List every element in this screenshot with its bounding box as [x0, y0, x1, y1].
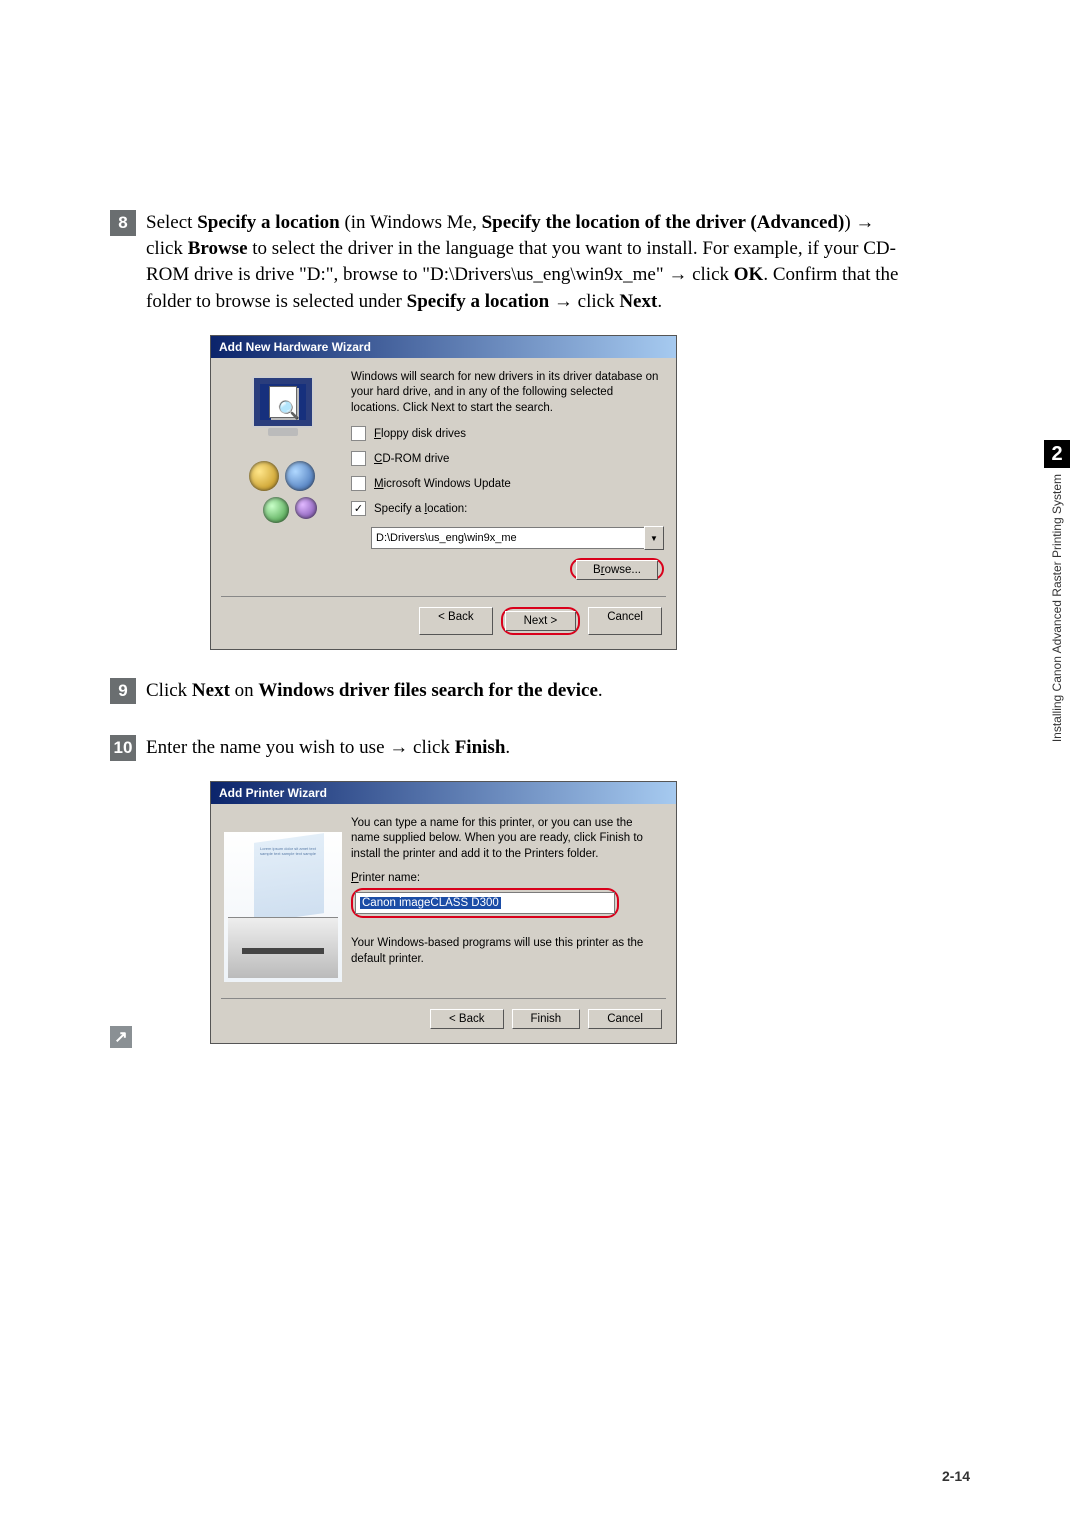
t: Click — [146, 680, 192, 701]
t: click — [687, 264, 733, 285]
chapter-number: 2 — [1044, 440, 1070, 468]
t: Specify a location — [197, 212, 340, 233]
lbl: Specify a — [374, 503, 425, 515]
return-icon[interactable]: ↗ — [110, 1026, 132, 1048]
t: Windows driver files search for the devi… — [258, 680, 598, 701]
step-9: 9 Click Next on Windows driver files sea… — [110, 678, 970, 704]
lbl: ocation: — [427, 503, 467, 515]
checkbox-specify-location[interactable]: ✓ Specify a location: — [351, 501, 664, 516]
step-9-text: Click Next on Windows driver files searc… — [146, 678, 603, 704]
monitor-icon: 🔍 — [252, 376, 314, 428]
location-value: D:\Drivers\us_eng\win9x_me — [376, 532, 517, 544]
t: . — [505, 737, 510, 758]
t: Select — [146, 212, 197, 233]
t: Enter the name you wish to use — [146, 737, 389, 758]
arrow-icon: → — [855, 212, 874, 233]
checkbox-icon-checked: ✓ — [351, 501, 366, 516]
t: ) — [844, 212, 855, 233]
step-number-10: 10 — [110, 735, 136, 761]
t: Finish — [455, 737, 506, 758]
chapter-tab: 2 Installing Canon Advanced Raster Print… — [1044, 440, 1070, 742]
t: (in Windows Me, — [340, 212, 482, 233]
path-text: D:\Drivers\us_eng\win9x_me — [430, 264, 656, 285]
browse-button[interactable]: Browse... — [576, 560, 658, 580]
cancel-button[interactable]: Cancel — [588, 1009, 662, 1029]
step-number-9: 9 — [110, 678, 136, 704]
gear-icon — [295, 497, 317, 519]
checkbox-icon — [351, 451, 366, 466]
dialog2-illustration: Lorem ipsum dolor sit amet text sample t… — [223, 816, 343, 982]
dialog1-illustration: 🔍 — [223, 370, 343, 581]
t: on — [230, 680, 259, 701]
printer-wizard-dialog: Add Printer Wizard Lorem ipsum dolor sit… — [210, 781, 677, 1044]
lbl: icrosoft Windows Update — [384, 478, 511, 490]
t: OK — [734, 264, 764, 285]
t: . — [657, 291, 662, 312]
highlight-circle: Next > — [501, 607, 581, 635]
t: Specify a location — [407, 291, 550, 312]
dialog1-titlebar: Add New Hardware Wizard — [211, 336, 676, 358]
dialog2-titlebar: Add Printer Wizard — [211, 782, 676, 804]
arrow-up-right-icon: ↗ — [114, 1027, 127, 1047]
checkbox-cdrom[interactable]: CD-ROM drive — [351, 451, 664, 466]
t: Next — [192, 680, 230, 701]
lbl: D-ROM drive — [382, 453, 449, 465]
checkbox-icon — [351, 476, 366, 491]
checkbox-floppy[interactable]: Floppy disk drives — [351, 426, 664, 441]
printer-name-value: Canon imageCLASS D300 — [360, 897, 501, 909]
page-number: 2-14 — [942, 1468, 970, 1484]
highlight-circle: Canon imageCLASS D300 — [351, 888, 619, 918]
lbl: rinter name: — [359, 872, 420, 884]
gear-icon — [263, 497, 289, 523]
finish-button[interactable]: Finish — [512, 1009, 581, 1029]
dialog1-intro: Windows will search for new drivers in i… — [351, 370, 664, 417]
printer-name-input[interactable]: Canon imageCLASS D300 — [355, 892, 615, 914]
lbl: loppy disk drives — [381, 428, 466, 440]
hardware-wizard-dialog: Add New Hardware Wizard 🔍 — [210, 335, 677, 651]
t: Next — [619, 291, 657, 312]
back-button[interactable]: < Back — [430, 1009, 503, 1029]
t: click — [146, 238, 188, 259]
arrow-icon: → — [389, 737, 408, 758]
next-button[interactable]: Next > — [505, 611, 577, 631]
step-8: 8 Select Specify a location (in Windows … — [110, 210, 970, 315]
gear-icon — [249, 461, 279, 491]
step-10-text: Enter the name you wish to use → click F… — [146, 735, 510, 761]
t: Specify the location of the driver (Adva… — [482, 212, 845, 233]
checkbox-windows-update[interactable]: Microsoft Windows Update — [351, 476, 664, 491]
step-number-8: 8 — [110, 210, 136, 236]
dropdown-button[interactable]: ▼ — [644, 526, 664, 550]
dialog2-intro: You can type a name for this printer, or… — [351, 816, 664, 863]
cancel-button[interactable]: Cancel — [588, 607, 662, 635]
t: click — [573, 291, 619, 312]
gear-icon — [285, 461, 315, 491]
t: Browse — [188, 238, 248, 259]
t: . — [598, 680, 603, 701]
arrow-icon: → — [668, 264, 687, 285]
t: " — [656, 264, 669, 285]
step-8-text: Select Specify a location (in Windows Me… — [146, 210, 906, 315]
location-input[interactable]: D:\Drivers\us_eng\win9x_me — [371, 527, 645, 549]
magnifier-icon: 🔍 — [278, 400, 300, 421]
t: click — [408, 737, 454, 758]
default-printer-note: Your Windows-based programs will use thi… — [351, 936, 664, 967]
step-10: 10 Enter the name you wish to use → clic… — [110, 735, 970, 761]
checkbox-icon — [351, 426, 366, 441]
chapter-label: Installing Canon Advanced Raster Printin… — [1050, 474, 1064, 742]
back-button[interactable]: < Back — [419, 607, 492, 635]
highlight-circle: Browse... — [570, 558, 664, 580]
printer-icon: Lorem ipsum dolor sit amet text sample t… — [224, 832, 342, 982]
arrow-icon: → — [554, 291, 573, 312]
